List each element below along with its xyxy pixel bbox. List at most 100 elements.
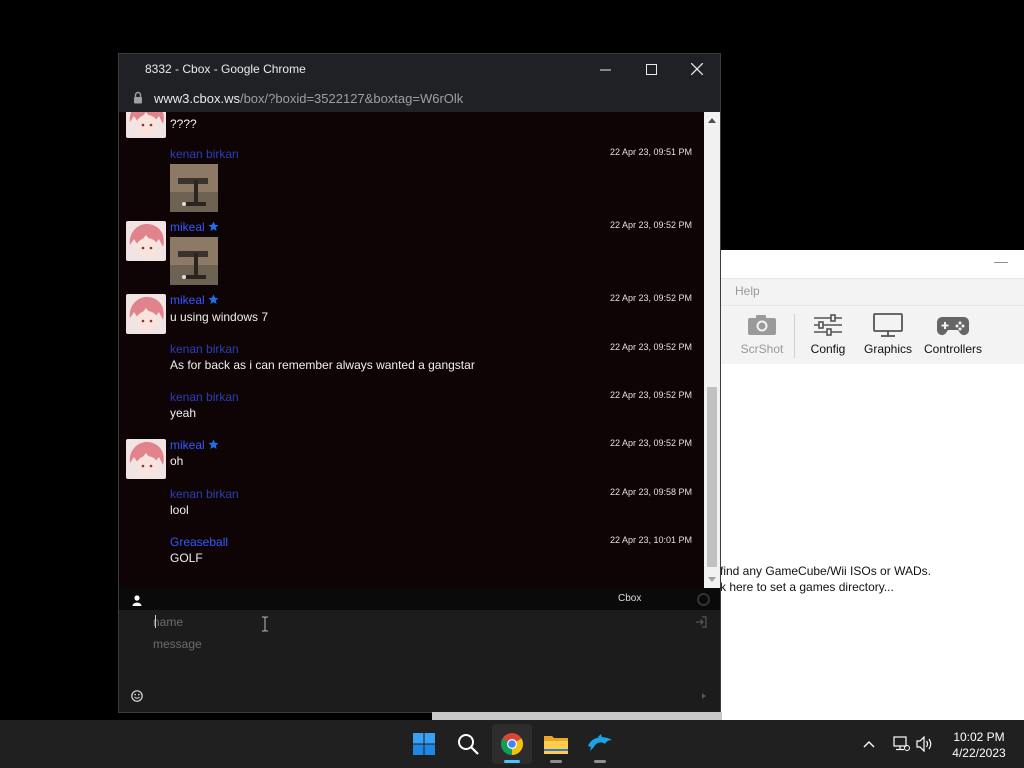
screenshot-button[interactable]: ScrShot [738, 310, 786, 362]
message-text: yeah [170, 406, 197, 420]
message-timestamp: 22 Apr 23, 09:52 PM [609, 438, 692, 448]
message-username-row: mikeal [170, 220, 219, 234]
message-text: ???? [170, 117, 197, 131]
send-arrow-icon[interactable] [702, 693, 706, 699]
running-indicator [550, 760, 562, 763]
url-text[interactable]: www3.cbox.ws/box/?boxid=3522127&boxtag=W… [154, 91, 463, 106]
text-cursor-icon [261, 616, 269, 637]
star-icon [208, 221, 219, 231]
monitor-icon [862, 310, 914, 340]
toolbar-separator [794, 314, 795, 358]
volume-control[interactable] [914, 720, 936, 768]
url-host: www3.cbox.ws [154, 91, 240, 106]
message-text: oh [170, 454, 184, 468]
network-status[interactable] [890, 720, 912, 768]
address-bar[interactable]: www3.cbox.ws/box/?boxid=3522127&boxtag=W… [119, 84, 720, 112]
start-icon [413, 733, 435, 755]
horizontal-scrollbar[interactable] [432, 712, 722, 720]
message-image[interactable] [170, 164, 218, 212]
lock-icon[interactable] [133, 91, 143, 109]
chat-messages[interactable]: ???? kenan birkan 22 Apr 23, 09:51 PM mi… [119, 112, 704, 588]
search-button[interactable] [448, 724, 488, 764]
scrollbar-thumb[interactable] [707, 387, 717, 567]
avatar[interactable] [126, 112, 166, 138]
message-username[interactable]: kenan birkan [170, 487, 239, 501]
active-indicator [504, 760, 520, 763]
post-form [119, 610, 720, 712]
message-text: As for back as i can remember always wan… [170, 358, 475, 372]
message-text: lool [170, 503, 189, 517]
maximize-icon [645, 63, 657, 75]
message-timestamp: 22 Apr 23, 09:51 PM [609, 147, 692, 157]
graphics-button[interactable]: Graphics [862, 310, 914, 362]
chrome-icon [501, 733, 523, 755]
message-input[interactable] [153, 636, 673, 652]
message-username[interactable]: Greaseball [170, 535, 228, 549]
config-button[interactable]: Config [804, 310, 852, 362]
chat-message: mikeal 22 Apr 23, 09:52 PM u using windo… [119, 292, 704, 336]
dolphin-menubar: Help [720, 278, 1024, 306]
login-icon[interactable] [695, 615, 707, 633]
message-username[interactable]: kenan birkan [170, 342, 239, 356]
message-text: GOLF [170, 551, 203, 565]
cbox-status-bar: Cbox [119, 588, 720, 610]
message-username[interactable]: mikeal [170, 438, 205, 452]
emoji-icon[interactable] [131, 689, 143, 707]
message-username-row: mikeal [170, 293, 219, 307]
message-timestamp: 22 Apr 23, 10:01 PM [609, 535, 692, 545]
chat-message: kenan birkan 22 Apr 23, 09:52 PM yeah [119, 389, 704, 429]
file-explorer-icon [544, 736, 568, 754]
show-hidden-icons-button[interactable] [858, 720, 880, 768]
config-label: Config [810, 342, 846, 356]
minimize-icon [599, 69, 611, 70]
chat-message: mikeal 22 Apr 23, 09:52 PM oh [119, 437, 704, 481]
chat-message: kenan birkan 22 Apr 23, 09:52 PM As for … [119, 341, 704, 381]
avatar[interactable] [126, 439, 166, 479]
minimize-button[interactable] [582, 54, 628, 84]
screenshot-label: ScrShot [740, 342, 784, 356]
taskbar-dolphin[interactable] [580, 724, 620, 764]
message-username[interactable]: kenan birkan [170, 390, 239, 404]
dolphin-toolbar: ScrShot Config Graphics Controllers [720, 306, 1024, 365]
scroll-up-arrow-icon[interactable] [708, 118, 716, 123]
message-username[interactable]: kenan birkan [170, 147, 239, 161]
taskbar-file-explorer[interactable] [536, 724, 576, 764]
cbox-brand-link[interactable]: Cbox [618, 593, 641, 604]
empty-list-message: find any GameCube/Wii ISOs or WADs. [720, 564, 931, 578]
menu-help[interactable]: Help [735, 284, 760, 298]
set-games-directory-link[interactable]: k here to set a games directory... [720, 580, 894, 594]
star-icon [208, 439, 219, 449]
gamepad-icon [922, 310, 984, 340]
taskbar-chrome[interactable] [492, 724, 532, 764]
chrome-titlebar: 8332 - Cbox - Google Chrome [119, 54, 720, 84]
dolphin-minimize-button[interactable]: — [992, 254, 1010, 270]
avatar[interactable] [126, 221, 166, 261]
system-clock[interactable]: 10:02 PM 4/22/2023 [940, 729, 1018, 761]
chrome-window: 8332 - Cbox - Google Chrome www3.cbox.ws… [119, 54, 720, 712]
chat-message: kenan birkan 22 Apr 23, 09:51 PM [119, 146, 704, 212]
window-title: 8332 - Cbox - Google Chrome [145, 62, 306, 76]
settings-ring-icon[interactable] [697, 593, 710, 606]
game-list[interactable]: find any GameCube/Wii ISOs or WADs. k he… [720, 364, 1024, 720]
controllers-button[interactable]: Controllers [922, 310, 984, 362]
chat-message: Greaseball 22 Apr 23, 10:01 PM GOLF [119, 534, 704, 574]
message-timestamp: 22 Apr 23, 09:52 PM [609, 220, 692, 230]
message-image[interactable] [170, 237, 218, 285]
user-icon[interactable] [132, 593, 142, 611]
start-button[interactable] [404, 724, 444, 764]
close-button[interactable] [674, 54, 720, 84]
chevron-up-icon [863, 741, 875, 748]
avatar[interactable] [126, 294, 166, 334]
message-username[interactable]: mikeal [170, 220, 205, 234]
controllers-label: Controllers [923, 342, 983, 356]
message-username[interactable]: mikeal [170, 293, 205, 307]
scroll-down-arrow-icon[interactable] [708, 577, 716, 582]
taskbar: 10:02 PM 4/22/2023 [0, 720, 1024, 768]
message-timestamp: 22 Apr 23, 09:58 PM [609, 487, 692, 497]
chat-scrollbar[interactable] [704, 112, 720, 588]
name-input[interactable] [153, 614, 673, 630]
clock-date: 4/22/2023 [952, 746, 1006, 760]
maximize-button[interactable] [628, 54, 674, 84]
camera-icon [738, 310, 786, 340]
message-timestamp: 22 Apr 23, 09:52 PM [609, 342, 692, 352]
